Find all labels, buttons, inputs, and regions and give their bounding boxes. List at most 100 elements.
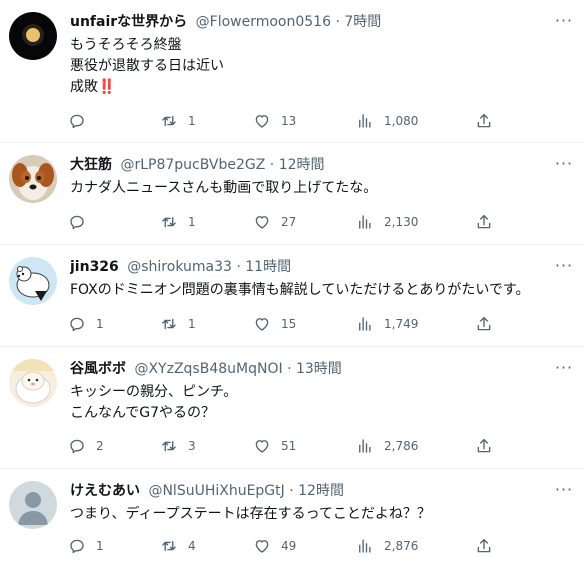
share-icon <box>477 438 491 453</box>
timestamp[interactable]: 12時間 <box>279 157 325 173</box>
avatar[interactable] <box>9 155 57 203</box>
view-count: 1,749 <box>384 317 419 331</box>
more-options-icon[interactable]: ··· <box>554 258 574 279</box>
heart-icon <box>255 318 269 331</box>
more-options-icon[interactable]: ··· <box>554 360 574 381</box>
views-chart-icon <box>359 317 371 331</box>
user-handle[interactable]: @NlSuUHiXhuEpGtJ <box>148 483 284 499</box>
more-options-icon[interactable]: ··· <box>554 156 574 177</box>
avatar-image <box>9 359 57 407</box>
share-button[interactable] <box>475 205 493 239</box>
timestamp[interactable]: 13時間 <box>296 361 342 377</box>
reply-button[interactable] <box>68 104 96 138</box>
avatar-image <box>9 12 57 60</box>
separator-dot: · <box>269 157 275 173</box>
like-button[interactable]: 51 <box>253 429 296 463</box>
tweet-text-line: つまり、ディープステートは存在するってことだよね？？ <box>70 506 431 522</box>
avatar-image <box>9 257 57 305</box>
reply-icon <box>70 317 84 332</box>
default-avatar-icon <box>9 481 57 529</box>
views-chart-icon <box>359 114 371 128</box>
tweet-text-line: こんなんでG7やるの？ <box>70 405 216 421</box>
more-options-icon[interactable]: ··· <box>554 482 574 503</box>
timestamp[interactable]: 11時間 <box>245 259 291 275</box>
avatar-image <box>9 155 57 203</box>
tweet[interactable]: jin326 @shirokuma33 · 11時間 ··· FOXのドミニオン… <box>0 245 584 347</box>
retweet-icon <box>162 216 176 228</box>
avatar[interactable] <box>9 359 57 407</box>
like-button[interactable]: 27 <box>253 205 296 239</box>
share-button[interactable] <box>475 429 493 463</box>
retweet-count: 1 <box>188 317 196 331</box>
avatar[interactable] <box>9 257 57 305</box>
display-name[interactable]: 谷風ボボ <box>70 361 126 377</box>
reply-count: 2 <box>96 439 104 453</box>
retweet-button[interactable]: 4 <box>160 529 196 563</box>
views-chart-icon <box>359 539 371 553</box>
retweet-icon <box>162 440 176 452</box>
more-options-icon[interactable]: ··· <box>554 13 574 34</box>
retweet-button[interactable]: 3 <box>160 429 196 463</box>
retweet-button[interactable]: 1 <box>160 205 196 239</box>
reply-button[interactable]: 2 <box>68 429 104 463</box>
timestamp[interactable]: 12時間 <box>298 483 344 499</box>
separator-dot: · <box>335 14 340 30</box>
tweet[interactable]: unfairな世界から @Flowermoon0516 · 7時間 ··· もう… <box>0 0 584 143</box>
user-handle[interactable]: @Flowermoon0516 <box>196 14 331 30</box>
tweet-text-line: FOXのドミニオン問題の裏事情も解説していただけるとありがたいです。 <box>70 282 530 298</box>
retweet-icon <box>162 318 176 330</box>
heart-icon <box>255 216 269 229</box>
timestamp[interactable]: 7時間 <box>344 14 381 30</box>
reply-button[interactable]: 1 <box>68 307 104 341</box>
user-handle[interactable]: @rLP87pucBVbe2GZ <box>120 157 265 173</box>
views-chart-icon <box>359 439 371 453</box>
tweet[interactable]: 谷風ボボ @XYzZqsB48uMqNOI · 13時間 ··· キッシーの親分… <box>0 347 584 469</box>
reply-button[interactable]: 1 <box>68 529 104 563</box>
display-name[interactable]: unfairな世界から <box>70 14 187 30</box>
reply-icon <box>70 114 84 129</box>
display-name[interactable]: 大狂筋 <box>70 157 112 173</box>
tweet[interactable]: 大狂筋 @rLP87pucBVbe2GZ · 12時間 ··· カナダ人ニュース… <box>0 143 584 245</box>
tweet-text-line: キッシーの親分、ピンチ。 <box>70 384 238 400</box>
display-name[interactable]: けえむあい <box>70 483 140 499</box>
share-button[interactable] <box>475 307 493 341</box>
reply-count: 1 <box>96 317 104 331</box>
like-button[interactable]: 13 <box>253 104 296 138</box>
reply-button[interactable] <box>68 205 96 239</box>
like-count: 13 <box>281 114 297 128</box>
like-count: 27 <box>281 215 297 229</box>
separator-dot: · <box>236 259 241 275</box>
views-chart-icon <box>359 215 371 229</box>
separator-dot: · <box>287 361 292 377</box>
like-button[interactable]: 15 <box>253 307 296 341</box>
views-button[interactable]: 1,749 <box>356 307 418 341</box>
reply-icon <box>70 215 84 230</box>
view-count: 1,080 <box>384 114 419 128</box>
heart-icon <box>255 115 269 128</box>
user-handle[interactable]: @shirokuma33 <box>127 259 232 275</box>
retweet-count: 4 <box>188 539 196 553</box>
views-button[interactable]: 2,130 <box>356 205 418 239</box>
tweet[interactable]: けえむあい @NlSuUHiXhuEpGtJ · 12時間 ··· つまり、ディ… <box>0 469 584 559</box>
views-button[interactable]: 1,080 <box>356 104 418 138</box>
view-count: 2,786 <box>384 439 419 453</box>
views-button[interactable]: 2,876 <box>356 529 418 563</box>
display-name[interactable]: jin326 <box>70 259 119 275</box>
view-count: 2,876 <box>384 539 419 553</box>
tweet-text-line: カナダ人ニュースさんも動画で取り上げてたな。 <box>70 180 378 196</box>
views-button[interactable]: 2,786 <box>356 429 418 463</box>
share-button[interactable] <box>475 104 493 138</box>
like-button[interactable]: 49 <box>253 529 296 563</box>
share-icon <box>477 214 491 229</box>
retweet-icon <box>162 115 176 127</box>
tweet-text-line: もうそろそろ終盤 <box>70 37 182 53</box>
reply-icon <box>70 439 84 454</box>
avatar[interactable] <box>9 481 57 529</box>
share-button[interactable] <box>475 529 493 563</box>
retweet-count: 1 <box>188 114 196 128</box>
avatar[interactable] <box>9 12 57 60</box>
heart-icon <box>255 440 269 453</box>
user-handle[interactable]: @XYzZqsB48uMqNOI <box>134 361 282 377</box>
retweet-button[interactable]: 1 <box>160 104 196 138</box>
retweet-button[interactable]: 1 <box>160 307 196 341</box>
